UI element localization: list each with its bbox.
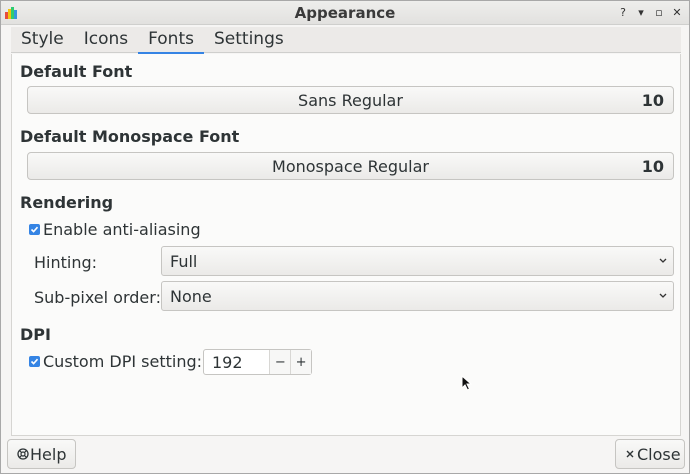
tab-settings[interactable]: Settings xyxy=(204,27,294,53)
tab-bar: Style Icons Fonts Settings xyxy=(11,27,681,54)
custom-dpi-label: Custom DPI setting: xyxy=(43,352,203,371)
titlebar[interactable]: Appearance ? ▾ ▫ ✕ xyxy=(1,1,689,25)
fonts-panel: Default Font Sans Regular 10 Default Mon… xyxy=(11,54,681,436)
dpi-spinbox[interactable]: 192 − + xyxy=(203,349,312,375)
hinting-dropdown[interactable]: Full xyxy=(161,246,674,276)
default-font-button[interactable]: Sans Regular 10 xyxy=(27,86,674,114)
tab-fonts[interactable]: Fonts xyxy=(138,27,204,54)
chevron-down-icon xyxy=(659,293,667,298)
help-icon[interactable]: ? xyxy=(617,3,629,21)
antialias-checkbox-row[interactable]: Enable anti-aliasing xyxy=(29,220,201,239)
lifebuoy-icon xyxy=(17,448,29,460)
dpi-value[interactable]: 192 xyxy=(204,350,269,374)
dpi-heading: DPI xyxy=(20,325,51,344)
mono-font-button[interactable]: Monospace Regular 10 xyxy=(27,152,674,180)
antialias-label: Enable anti-aliasing xyxy=(43,220,201,239)
subpixel-label: Sub-pixel order: xyxy=(34,288,161,307)
mono-font-heading: Default Monospace Font xyxy=(20,127,240,146)
dpi-decrement-button[interactable]: − xyxy=(269,350,291,374)
hinting-label: Hinting: xyxy=(34,253,98,272)
tab-icons[interactable]: Icons xyxy=(74,27,138,53)
custom-dpi-checkbox[interactable] xyxy=(29,356,40,367)
help-button-label: Help xyxy=(30,444,67,464)
default-font-heading: Default Font xyxy=(20,62,133,81)
close-icon xyxy=(626,450,634,458)
mouse-pointer-icon xyxy=(461,375,473,391)
hinting-value: Full xyxy=(170,252,198,271)
subpixel-dropdown[interactable]: None xyxy=(161,281,674,311)
check-icon xyxy=(30,226,39,233)
minimize-icon[interactable]: ▾ xyxy=(635,3,647,21)
appearance-window: Appearance ? ▾ ▫ ✕ Style Icons Fonts Set… xyxy=(0,0,690,474)
chevron-down-icon xyxy=(659,258,667,263)
maximize-icon[interactable]: ▫ xyxy=(653,3,665,21)
close-icon[interactable]: ✕ xyxy=(671,3,683,21)
custom-dpi-checkbox-row[interactable]: Custom DPI setting: xyxy=(29,352,202,371)
check-icon xyxy=(30,358,39,365)
window-title: Appearance xyxy=(294,4,396,22)
antialias-checkbox[interactable] xyxy=(29,224,40,235)
dpi-increment-button[interactable]: + xyxy=(290,350,311,374)
mono-font-name: Monospace Regular xyxy=(272,157,429,176)
mono-font-size: 10 xyxy=(641,157,664,176)
subpixel-value: None xyxy=(170,287,212,306)
tab-style[interactable]: Style xyxy=(11,27,74,53)
default-font-size: 10 xyxy=(641,91,664,110)
help-button[interactable]: Help xyxy=(7,439,76,469)
close-button[interactable]: Close xyxy=(615,439,685,469)
close-button-label: Close xyxy=(637,444,681,464)
rendering-heading: Rendering xyxy=(20,193,114,212)
default-font-name: Sans Regular xyxy=(298,91,403,110)
